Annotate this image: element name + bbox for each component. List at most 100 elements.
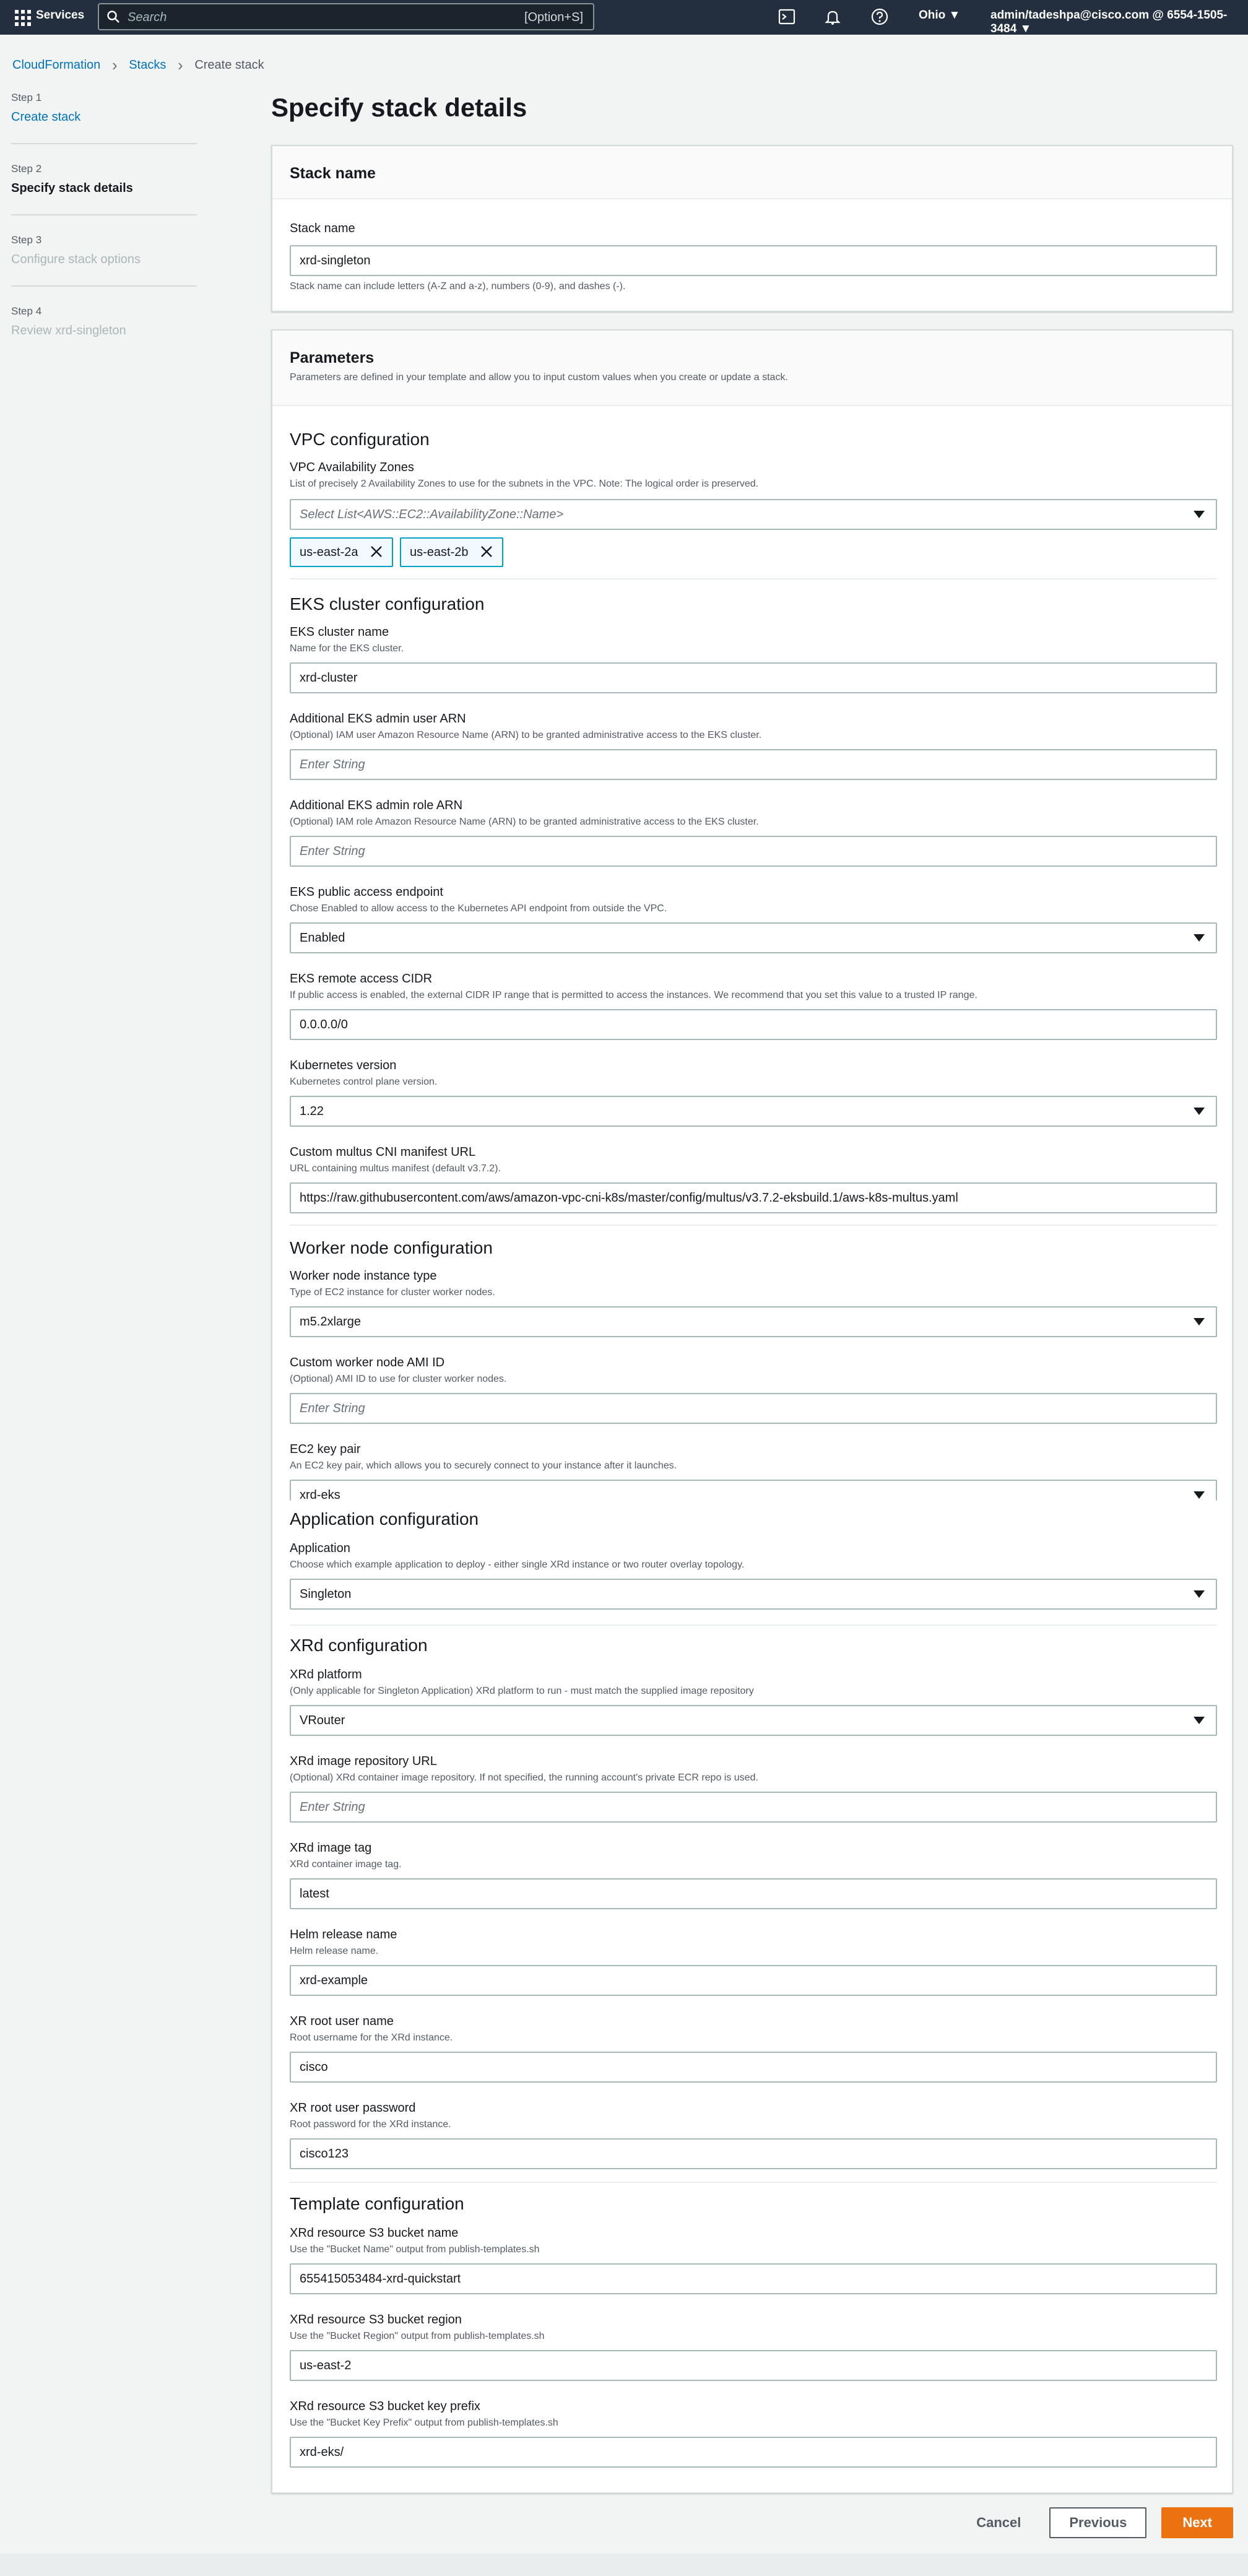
caret-down-icon [1194, 511, 1205, 518]
search-shortcut: [Option+S] [524, 11, 583, 24]
eks-admin-user-arn-input[interactable]: Enter String [290, 749, 1217, 780]
k8s-version-select[interactable]: 1.22 [290, 1096, 1217, 1127]
step-label: Step 3 [11, 234, 42, 246]
field-label: EKS cluster name [290, 625, 389, 639]
xrd-section-title: XRd configuration [290, 1636, 428, 1655]
eks-remote-cidr-input[interactable]: 0.0.0.0/0 [290, 1009, 1217, 1040]
field-description: Choose which example application to depl… [290, 1559, 745, 1570]
s3-key-prefix-input[interactable]: xrd-eks/ [290, 2437, 1217, 2468]
parameters-container: Parameters Parameters are defined in you… [271, 329, 1233, 2494]
notifications-bell-icon[interactable] [823, 7, 842, 26]
field-label: Worker node instance type [290, 1269, 437, 1283]
close-icon[interactable] [370, 545, 383, 558]
xr-root-user-input[interactable]: cisco [290, 2052, 1217, 2083]
stack-name-header: Stack name [290, 165, 376, 182]
s3-bucket-name-field: XRd resource S3 bucket name Use the "Buc… [290, 2226, 1217, 2255]
field-label: EKS remote access CIDR [290, 972, 433, 986]
caret-down-icon [1194, 1590, 1205, 1598]
eks-public-endpoint-field: EKS public access endpoint Chose Enabled… [290, 885, 1217, 914]
cloudshell-icon[interactable] [778, 7, 796, 26]
parameters-description: Parameters are defined in your template … [290, 372, 788, 383]
helm-release-input[interactable]: xrd-example [290, 1965, 1217, 1996]
template-section-title: Template configuration [290, 2194, 464, 2213]
field-description: (Optional) XRd container image repositor… [290, 1772, 758, 1783]
cancel-button[interactable]: Cancel [976, 2515, 1021, 2531]
xrd-image-tag-input[interactable]: latest [290, 1878, 1217, 1909]
caret-down-icon [1194, 1491, 1205, 1499]
field-description: Type of EC2 instance for cluster worker … [290, 1287, 495, 1298]
previous-button[interactable]: Previous [1049, 2507, 1147, 2538]
field-description: Use the "Bucket Key Prefix" output from … [290, 2418, 558, 2428]
field-label: Application [290, 1542, 350, 1555]
field-description: Use the "Bucket Region" output from publ… [290, 2331, 545, 2341]
step-divider [11, 214, 197, 215]
eks-admin-role-arn-input[interactable]: Enter String [290, 836, 1217, 867]
field-label: EKS public access endpoint [290, 885, 443, 899]
search-icon [107, 11, 119, 23]
s3-bucket-region-input[interactable]: us-east-2 [290, 2350, 1217, 2381]
field-description: List of precisely 2 Availability Zones t… [290, 479, 759, 489]
multiselect-placeholder: Select List<AWS::EC2::AvailabilityZone::… [300, 508, 564, 521]
az-token: us-east-2b [400, 537, 503, 567]
step-2-title: Specify stack details [11, 181, 133, 195]
field-label: EC2 key pair [290, 1442, 361, 1456]
search-input[interactable]: Search [Option+S] [98, 3, 594, 30]
select-value: xrd-eks [300, 1488, 340, 1501]
field-description: (Optional) IAM user Amazon Resource Name… [290, 730, 762, 740]
xrd-repo-url-input[interactable]: Enter String [290, 1792, 1217, 1823]
helm-release-field: Helm release name Helm release name. [290, 1928, 1217, 1957]
account-menu[interactable]: admin/tadeshpa@cisco.com @ 6554-1505-348… [990, 9, 1248, 36]
eks-cluster-name-input[interactable]: xrd-cluster [290, 662, 1217, 693]
close-icon[interactable] [480, 545, 493, 558]
breadcrumb-cloudformation[interactable]: CloudFormation [12, 58, 100, 72]
section-divider [290, 578, 1217, 579]
step-1-link[interactable]: Create stack [11, 110, 197, 124]
services-grid-icon[interactable] [15, 10, 31, 26]
field-label: Stack name [290, 222, 355, 235]
breadcrumb-stacks[interactable]: Stacks [129, 58, 166, 72]
field-label: XRd image repository URL [290, 1754, 437, 1768]
field-label: Custom worker node AMI ID [290, 1356, 445, 1369]
eks-public-endpoint-select[interactable]: Enabled [290, 922, 1217, 953]
container-header: Parameters Parameters are defined in you… [272, 331, 1232, 406]
parameters-header: Parameters [290, 349, 375, 366]
next-button[interactable]: Next [1161, 2507, 1233, 2538]
top-navigation-bar: Services Search [Option+S] Ohio ▼ admin/… [0, 0, 1248, 35]
multus-url-input[interactable]: https://raw.githubusercontent.com/aws/am… [290, 1182, 1217, 1213]
step-3-title: Configure stack options [11, 253, 141, 266]
field-label: Kubernetes version [290, 1059, 397, 1072]
vpc-azs-field: VPC Availability Zones List of precisely… [290, 461, 1217, 490]
stack-name-field: Stack name [290, 222, 1217, 236]
field-description: (Only applicable for Singleton Applicati… [290, 1686, 754, 1696]
eks-admin-role-arn-field: Additional EKS admin role ARN (Optional)… [290, 799, 1217, 828]
multus-url-field: Custom multus CNI manifest URL URL conta… [290, 1145, 1217, 1174]
ec2-key-pair-select[interactable]: xrd-eks [290, 1480, 1217, 1501]
s3-bucket-name-input[interactable]: 655415053484-xrd-quickstart [290, 2263, 1217, 2294]
field-description: XRd container image tag. [290, 1859, 402, 1870]
stack-name-input[interactable]: xrd-singleton [290, 245, 1217, 276]
field-description: An EC2 key pair, which allows you to sec… [290, 1460, 677, 1471]
worker-instance-type-select[interactable]: m5.2xlarge [290, 1306, 1217, 1337]
vpc-azs-multiselect[interactable]: Select List<AWS::EC2::AvailabilityZone::… [290, 499, 1217, 530]
field-description: If public access is enabled, the externa… [290, 990, 977, 1000]
eks-admin-user-arn-field: Additional EKS admin user ARN (Optional)… [290, 712, 1217, 741]
eks-section-title: EKS cluster configuration [290, 594, 485, 614]
worker-ami-id-input[interactable]: Enter String [290, 1393, 1217, 1424]
field-label: XR root user name [290, 2014, 394, 2028]
step-label: Step 1 [11, 92, 42, 103]
section-divider [290, 1624, 1217, 1626]
step-divider [11, 285, 197, 287]
xrd-repo-url-field: XRd image repository URL (Optional) XRd … [290, 1754, 1217, 1784]
services-menu[interactable]: Services [36, 9, 84, 22]
xr-root-password-input[interactable]: cisco123 [290, 2138, 1217, 2169]
xrd-platform-select[interactable]: VRouter [290, 1705, 1217, 1736]
application-field: Application Choose which example applica… [290, 1542, 1217, 1571]
ec2-key-pair-field: EC2 key pair An EC2 key pair, which allo… [290, 1442, 1217, 1472]
container-header: Stack name [272, 146, 1232, 199]
region-selector[interactable]: Ohio ▼ [919, 9, 960, 22]
breadcrumb-create-stack: Create stack [194, 58, 264, 72]
application-select[interactable]: Singleton [290, 1579, 1217, 1610]
help-icon[interactable] [870, 7, 889, 26]
token-label: us-east-2a [300, 545, 358, 559]
field-label: Additional EKS admin role ARN [290, 799, 463, 812]
